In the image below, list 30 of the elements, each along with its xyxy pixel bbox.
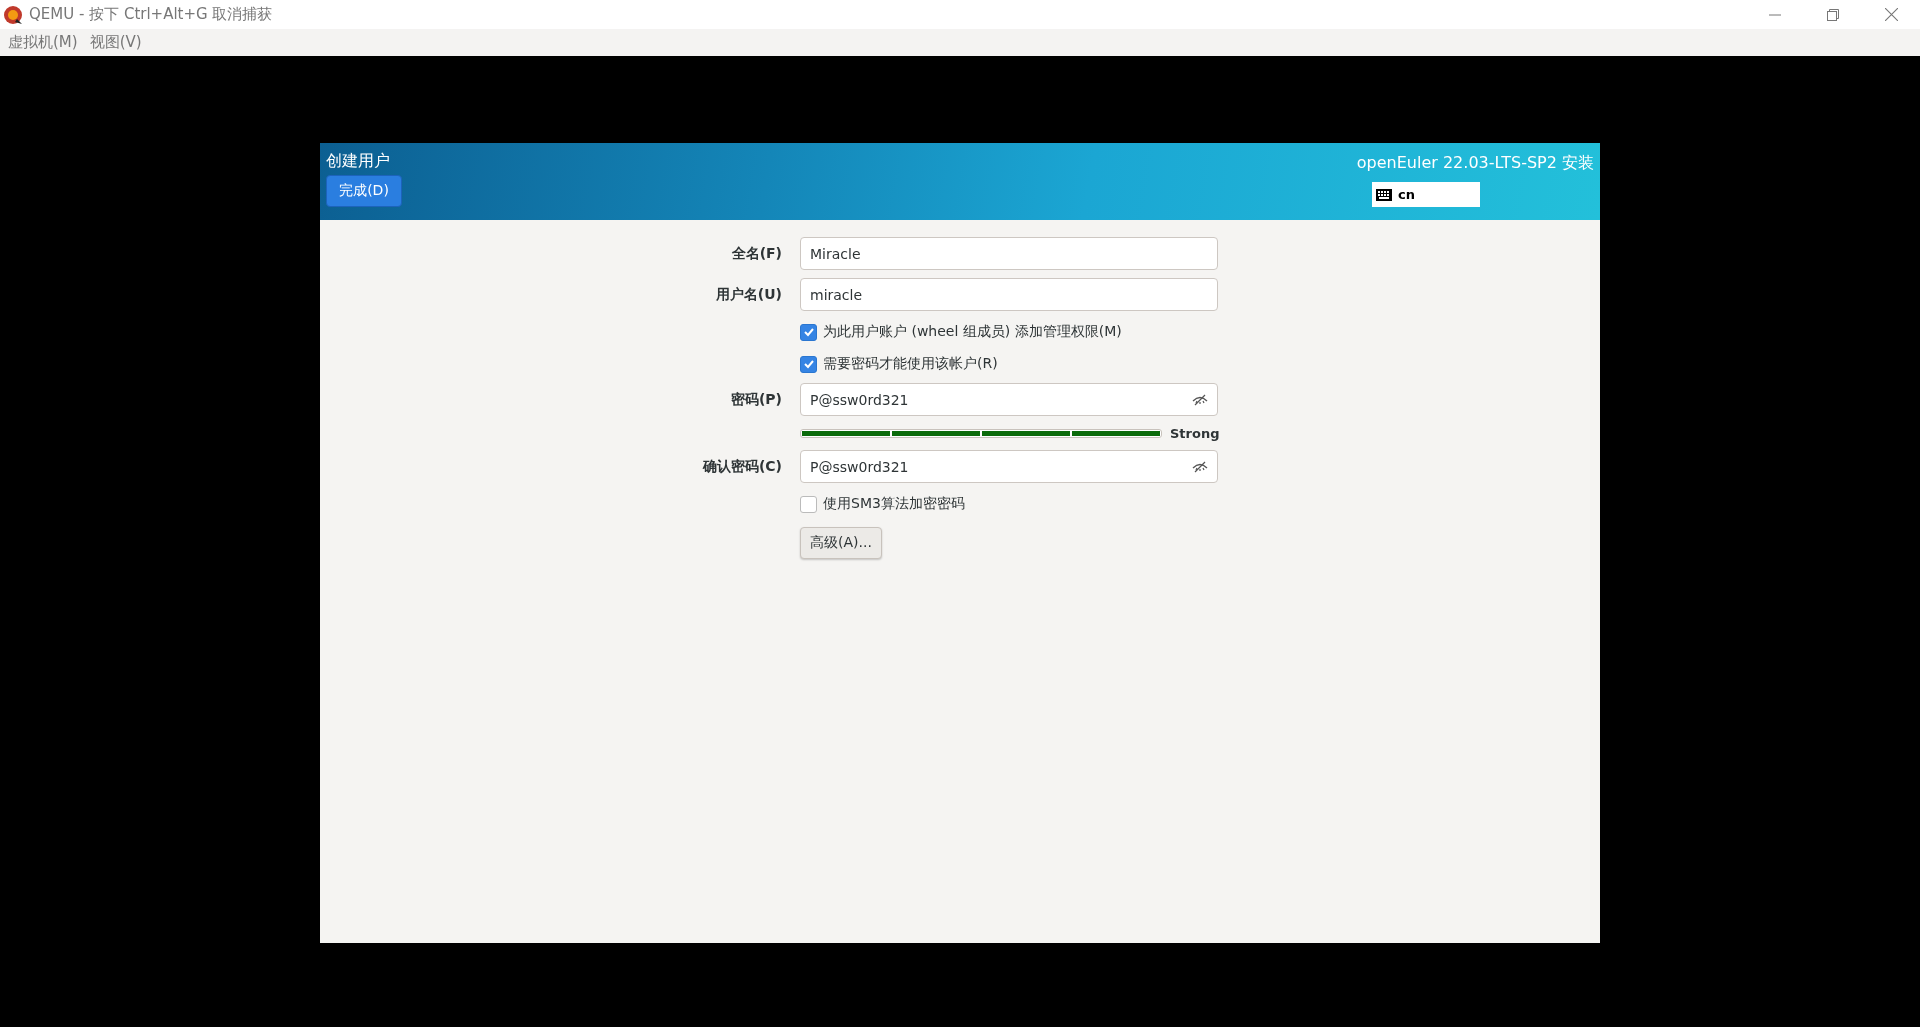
menu-item[interactable]: 视图(V)	[83, 33, 148, 52]
checkbox[interactable]: 使用SM3算法加密密码	[800, 495, 965, 513]
checkbox[interactable]: 为此用户账户 (wheel 组成员) 添加管理权限(M)	[800, 323, 1122, 341]
password-field[interactable]: P@ssw0rd321	[800, 450, 1218, 483]
keyboard-layout-label: cn	[1398, 187, 1415, 202]
checkbox[interactable]: 需要密码才能使用该帐户(R)	[800, 355, 998, 373]
eye-slash-icon[interactable]	[1192, 393, 1208, 406]
menu-item[interactable]: 虚拟机(M)	[2, 33, 84, 52]
field-label: 全名(F)	[730, 244, 782, 263]
checkbox-box[interactable]	[800, 495, 817, 513]
field-label: 确认密码(C)	[701, 457, 782, 476]
page-title: 创建用户	[326, 151, 391, 172]
close-icon[interactable]	[1885, 8, 1898, 21]
keyboard-layout-indicator[interactable]: cn	[1372, 182, 1480, 207]
keyboard-icon	[1376, 188, 1392, 201]
product-title: openEuler 22.03-LTS-SP2 安装	[1356, 153, 1594, 174]
input-field[interactable]: miracle	[800, 278, 1218, 311]
input-field[interactable]: Miracle	[800, 237, 1218, 270]
checkbox-box[interactable]	[800, 323, 817, 341]
password-field[interactable]: P@ssw0rd321	[800, 383, 1218, 416]
field-label: 用户名(U)	[714, 285, 782, 304]
restore-icon[interactable]	[1827, 8, 1839, 21]
done-button[interactable]: 完成(D)	[326, 175, 402, 207]
app-logo-icon	[3, 4, 23, 25]
field-label: 密码(P)	[729, 390, 782, 409]
eye-slash-icon[interactable]	[1192, 460, 1208, 473]
advanced-button[interactable]: 高级(A)...	[800, 527, 882, 559]
strength-reading: Strong	[1170, 425, 1220, 441]
checkbox-box[interactable]	[800, 355, 817, 373]
window-title: QEMU - 按下 Ctrl+Alt+G 取消捕获	[29, 5, 273, 24]
